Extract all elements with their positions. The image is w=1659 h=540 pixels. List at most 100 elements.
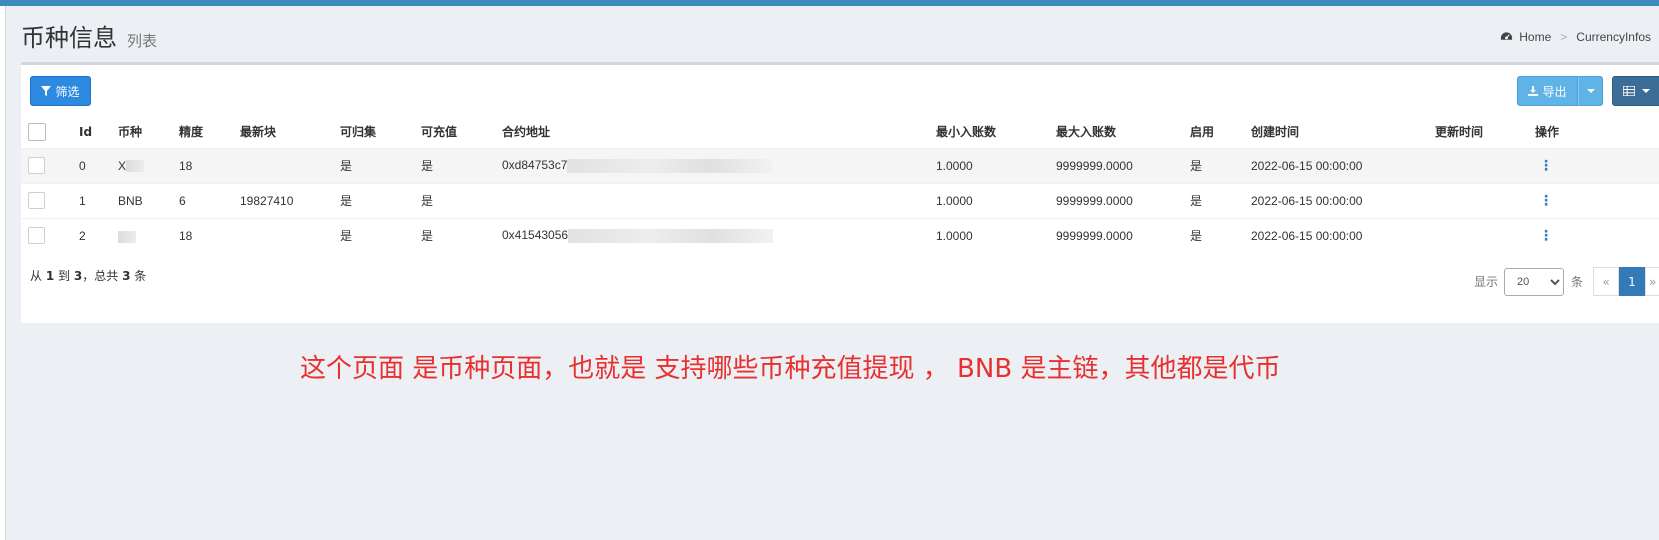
cell-contract: 0xd84753c7 <box>502 147 936 183</box>
row-checkbox[interactable] <box>28 227 45 245</box>
summary-text: 从 <box>30 269 43 283</box>
filter-button[interactable]: 筛选 <box>30 76 91 106</box>
cell-min-in: 1.0000 <box>936 217 1056 253</box>
table-row: 0 X 18 是 是 0xd84753c7 1.0000 9999999.000… <box>21 147 1659 183</box>
column-header[interactable]: 最大入账数 <box>1056 116 1190 148</box>
select-all-cell <box>21 116 79 148</box>
page-header: 币种信息 列表 <box>21 18 157 53</box>
more-actions-icon[interactable]: ⋮ <box>1539 157 1553 174</box>
table-row: 2 18 是 是 0x41543056 1.0000 9999999.0000 … <box>21 217 1659 253</box>
export-dropdown-toggle[interactable] <box>1578 76 1603 106</box>
column-header[interactable]: 币种 <box>118 116 179 148</box>
cell-contract: 0x41543056 <box>502 217 936 253</box>
prev-page-button[interactable]: « <box>1593 267 1619 296</box>
dashboard-icon <box>1501 32 1513 40</box>
column-header[interactable]: 最小入账数 <box>936 116 1056 148</box>
cell-rechargeable: 是 <box>421 217 502 253</box>
cell-enabled: 是 <box>1190 182 1251 218</box>
columns-toggle-button[interactable] <box>1612 76 1659 106</box>
download-icon <box>1528 86 1539 96</box>
column-header[interactable]: 启用 <box>1190 116 1251 148</box>
table-row: 1 BNB 6 19827410 是 是 1.0000 9999999.0000… <box>21 182 1659 218</box>
breadcrumb-home-link[interactable]: Home <box>1519 30 1551 44</box>
row-checkbox[interactable] <box>28 157 45 174</box>
cell-created: 2022-06-15 00:00:00 <box>1251 182 1435 218</box>
cell-contract <box>502 182 936 218</box>
column-header[interactable]: 精度 <box>179 116 240 148</box>
cell-actions: ⋮ <box>1535 217 1659 253</box>
column-header[interactable]: 更新时间 <box>1435 116 1535 148</box>
row-checkbox[interactable] <box>28 192 45 209</box>
contract-address: 0x41543056 <box>502 228 569 243</box>
column-header[interactable]: 创建时间 <box>1251 116 1435 148</box>
cell-updated <box>1435 147 1535 183</box>
breadcrumb: Home > CurrencyInfos <box>1500 30 1651 44</box>
grid-icon <box>1622 86 1635 96</box>
cell-collectable: 是 <box>340 217 421 253</box>
summary-from: 1 <box>45 269 55 283</box>
page-title: 币种信息 <box>21 24 117 52</box>
cell-actions: ⋮ <box>1535 182 1659 218</box>
column-header[interactable]: 可充值 <box>421 116 502 148</box>
cell-precision: 18 <box>179 147 240 183</box>
summary-text: 到 <box>58 269 71 283</box>
coin-text: X <box>118 158 127 173</box>
more-actions-icon[interactable]: ⋮ <box>1539 227 1553 244</box>
select-all-checkbox[interactable] <box>28 122 46 141</box>
redacted-block <box>568 229 774 244</box>
export-button[interactable]: 导出 <box>1517 76 1578 106</box>
cell-rechargeable: 是 <box>421 147 502 183</box>
cell-id: 2 <box>79 217 118 253</box>
chevron-down-icon <box>1586 89 1595 93</box>
summary-text: 条 <box>134 269 147 283</box>
cell-max-in: 9999999.0000 <box>1056 217 1190 253</box>
row-select-cell <box>21 182 79 218</box>
row-select-cell <box>21 147 79 183</box>
pagination-summary: 从 1 到 3，总共 3 条 <box>30 267 146 284</box>
currency-table: Id 币种 精度 最新块 可归集 可充值 合约地址 最小入账数 最大入账数 启用… <box>21 116 1659 253</box>
column-header[interactable]: Id <box>79 116 118 148</box>
cell-latest-block: 19827410 <box>240 182 340 218</box>
redacted-block <box>126 160 145 173</box>
cell-id: 0 <box>79 147 118 183</box>
cell-enabled: 是 <box>1190 147 1251 183</box>
table-header-row: Id 币种 精度 最新块 可归集 可充值 合约地址 最小入账数 最大入账数 启用… <box>21 116 1659 148</box>
cell-min-in: 1.0000 <box>936 182 1056 218</box>
cell-coin: BNB <box>118 182 179 218</box>
chevron-down-icon <box>1641 89 1650 93</box>
cell-latest-block <box>240 217 340 253</box>
cell-latest-block <box>240 147 340 183</box>
more-actions-icon[interactable]: ⋮ <box>1539 192 1553 209</box>
summary-total: 3 <box>122 269 131 283</box>
cell-collectable: 是 <box>340 147 421 183</box>
page-button-current[interactable]: 1 <box>1619 267 1645 296</box>
pagination: 显示 20 条 « 1 » <box>1474 267 1659 296</box>
column-header[interactable]: 合约地址 <box>502 116 936 148</box>
cell-updated <box>1435 182 1535 218</box>
column-header: 操作 <box>1535 125 1560 140</box>
cell-collectable: 是 <box>340 182 421 218</box>
filter-button-label: 筛选 <box>55 84 80 99</box>
row-select-cell <box>21 217 79 253</box>
cell-max-in: 9999999.0000 <box>1056 182 1190 218</box>
page-size-select[interactable]: 20 <box>1503 267 1564 296</box>
contract-address: 0xd84753c7 <box>502 158 568 173</box>
summary-text: ，总共 <box>82 269 119 283</box>
column-header[interactable]: 可归集 <box>340 116 421 148</box>
export-button-label: 导出 <box>1542 84 1567 99</box>
cell-id: 1 <box>79 182 118 218</box>
filter-icon <box>41 86 52 96</box>
cell-created: 2022-06-15 00:00:00 <box>1251 217 1435 253</box>
top-navbar <box>0 0 1659 6</box>
redacted-block <box>118 230 136 243</box>
next-page-button[interactable]: » <box>1645 267 1659 296</box>
cell-max-in: 9999999.0000 <box>1056 147 1190 183</box>
cell-coin <box>118 217 179 253</box>
cell-precision: 18 <box>179 217 240 253</box>
cell-precision: 6 <box>179 182 240 218</box>
page-subtitle: 列表 <box>127 32 158 50</box>
annotation-note: 这个页面 是币种页面，也就是 支持哪些币种充值提现 ， BNB 是主链，其他都是… <box>300 354 1281 384</box>
cell-enabled: 是 <box>1190 217 1251 253</box>
column-header[interactable]: 最新块 <box>240 116 340 148</box>
cell-created: 2022-06-15 00:00:00 <box>1251 147 1435 183</box>
